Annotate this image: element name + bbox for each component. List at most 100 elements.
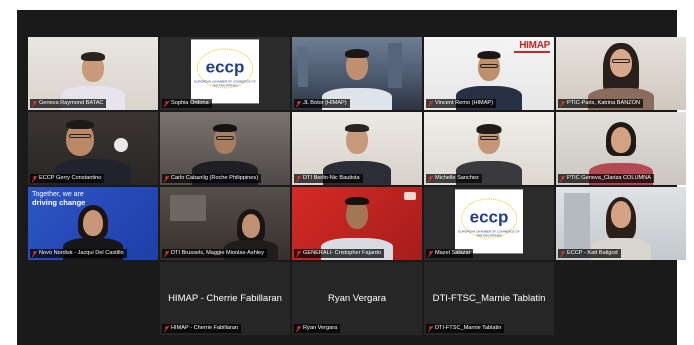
participant-glasses — [216, 136, 234, 140]
eccp-logo-text: eccp — [205, 56, 245, 76]
video-tile-vincent[interactable]: HIMAP Vincent Remo (HIMAP) — [424, 37, 554, 110]
video-tile-michelle[interactable]: Michelle Sanchez — [424, 112, 554, 185]
mic-muted-icon — [164, 100, 169, 107]
participant-hair — [66, 120, 94, 129]
name-label: DTI Berlin-Nic Bautista — [294, 174, 363, 183]
participant-hair — [477, 51, 501, 59]
participant-name: GENERALI- Cristopher Fajardo — [303, 250, 382, 256]
video-tile-carlo[interactable]: Carlo Cabanilg (Roche Philippines) — [160, 112, 290, 185]
participant-name: HIMAP - Cherrie Fabillaran — [171, 325, 239, 331]
participant-name: ECCP Gerry Constantino — [39, 175, 102, 181]
mic-muted-icon — [428, 175, 433, 182]
himap-logo: HIMAP — [519, 40, 550, 51]
eccp-logo-subtitle: EUROPEAN CHAMBER OF COMMERCE OF THE PHIL… — [458, 228, 520, 237]
participant-head — [83, 210, 103, 236]
participant-name: Vincent Remo (HIMAP) — [435, 100, 494, 106]
himap-logo-underline — [514, 51, 550, 53]
participant-name: DTI Brussels, Maggie Mioolas-Ashley — [171, 250, 264, 256]
video-tile-geneva[interactable]: Geneva Raymond BATAC — [28, 37, 158, 110]
mic-muted-icon — [164, 250, 169, 257]
video-tile-generali[interactable]: GENERALI- Cristopher Fajardo — [292, 187, 422, 260]
name-label: Michelle Sanchez — [426, 174, 482, 183]
mic-muted-icon — [296, 325, 301, 332]
participant-name: DTI-FTSC_Marnie Tablatin — [435, 325, 502, 331]
mic-muted-icon — [296, 250, 301, 257]
participant-glasses — [69, 134, 91, 138]
name-label: PTIC-Paris, Katrina BANZON — [558, 99, 644, 108]
name-label: Geneva Raymond BATAC — [30, 99, 107, 108]
novo-banner: Together, we are driving change — [32, 191, 85, 207]
name-label: Novo Nordisk - Jacqui Del Castillo — [30, 249, 127, 258]
participant-name: JL Botor (HIMAP) — [303, 100, 347, 106]
eccp-logo-subtitle: EUROPEAN CHAMBER OF COMMERCE OF THE PHIL… — [194, 78, 256, 87]
participant-name: Sophia Ordona — [171, 100, 209, 106]
novo-banner-line-1: Together, — [32, 191, 61, 198]
participant-name: Michelle Sanchez — [435, 175, 479, 181]
logo-badge — [114, 138, 128, 152]
eccp-logo-text: eccp — [469, 206, 509, 226]
video-tile-ptic-paris[interactable]: PTIC-Paris, Katrina BANZON — [556, 37, 686, 110]
participant-name: Geneva Raymond BATAC — [39, 100, 104, 106]
background-building — [388, 43, 402, 88]
background-building — [298, 47, 308, 87]
mic-muted-icon — [32, 100, 37, 107]
participant-name: Mazel Salazar — [435, 250, 471, 256]
name-label: ECCP - Katt Baligod — [558, 249, 621, 258]
name-label: Carlo Cabanilg (Roche Philippines) — [162, 174, 262, 183]
video-tile-marnie[interactable]: DTI-FTSC_Marnie Tablatin DTI-FTSC_Marnie… — [424, 262, 554, 335]
video-tile-gerry[interactable]: ECCP Gerry Constantino — [28, 112, 158, 185]
participant-glasses — [480, 64, 498, 68]
eccp-logo: eccp EUROPEAN CHAMBER OF COMMERCE OF THE… — [191, 38, 259, 103]
mic-muted-icon — [32, 175, 37, 182]
participant-head — [611, 127, 631, 153]
video-tile-sophia[interactable]: eccp EUROPEAN CHAMBER OF COMMERCE OF THE… — [160, 37, 290, 110]
mic-muted-icon — [164, 175, 169, 182]
participant-name: DTI Berlin-Nic Bautista — [303, 175, 360, 181]
participant-head — [242, 214, 260, 238]
participant-hair — [81, 52, 105, 61]
mic-muted-icon — [428, 250, 433, 257]
background-window — [564, 193, 590, 251]
video-tile-mazel[interactable]: eccp EUROPEAN CHAMBER OF COMMERCE OF THE… — [424, 187, 554, 260]
participant-glasses — [480, 136, 498, 140]
video-tile-katt[interactable]: ECCP - Katt Baligod — [556, 187, 686, 260]
mic-muted-icon — [428, 325, 433, 332]
participant-glasses — [612, 59, 630, 63]
mic-muted-icon — [560, 250, 565, 257]
participant-hair — [213, 124, 237, 132]
video-tile-cherrie[interactable]: HIMAP - Cherrie Fabillaran HIMAP - Cherr… — [160, 262, 290, 335]
participant-head — [610, 49, 632, 77]
mic-muted-icon — [560, 100, 565, 107]
name-label: HIMAP - Cherrie Fabillaran — [162, 324, 242, 333]
name-label: Mazel Salazar — [426, 249, 474, 258]
gallery-view: Geneva Raymond BATAC eccp EUROPEAN CHAMB… — [17, 10, 686, 345]
participant-hair — [345, 49, 369, 58]
mic-muted-icon — [32, 250, 37, 257]
participant-name: Novo Nordisk - Jacqui Del Castillo — [39, 250, 124, 256]
mic-muted-icon — [296, 100, 301, 107]
novo-banner-line-2: driving change — [32, 198, 86, 207]
name-label: Ryan Vergara — [294, 324, 341, 333]
name-label: Sophia Ordona — [162, 99, 212, 108]
participant-hair — [476, 124, 502, 134]
mic-muted-icon — [428, 100, 433, 107]
mic-muted-icon — [560, 175, 565, 182]
participant-name: PTIC Geneva_Clariza COLUMNA — [567, 175, 651, 181]
name-label: DTI Brussels, Maggie Mioolas-Ashley — [162, 249, 267, 258]
video-tile-ryan[interactable]: Ryan Vergara Ryan Vergara — [292, 262, 422, 335]
name-label: JL Botor (HIMAP) — [294, 99, 350, 108]
video-tile-jlbotor[interactable]: JL Botor (HIMAP) — [292, 37, 422, 110]
video-tile-brussels[interactable]: DTI Brussels, Maggie Mioolas-Ashley — [160, 187, 290, 260]
name-label: GENERALI- Cristopher Fajardo — [294, 249, 385, 258]
video-tile-novo[interactable]: Together, we are driving change Novo Nor… — [28, 187, 158, 260]
novo-banner-line-1b: we are — [62, 191, 84, 198]
participant-head — [611, 201, 631, 228]
name-label: ECCP Gerry Constantino — [30, 174, 105, 183]
video-tile-ptic-geneva[interactable]: PTIC Geneva_Clariza COLUMNA — [556, 112, 686, 185]
participant-name: ECCP - Katt Baligod — [567, 250, 618, 256]
background-shelf — [170, 195, 206, 221]
participant-hair — [345, 197, 369, 205]
video-tile-berlin-active-speaker[interactable]: DTI Berlin-Nic Bautista — [292, 112, 422, 185]
generali-logo — [404, 192, 416, 200]
participant-name: Ryan Vergara — [303, 325, 338, 331]
